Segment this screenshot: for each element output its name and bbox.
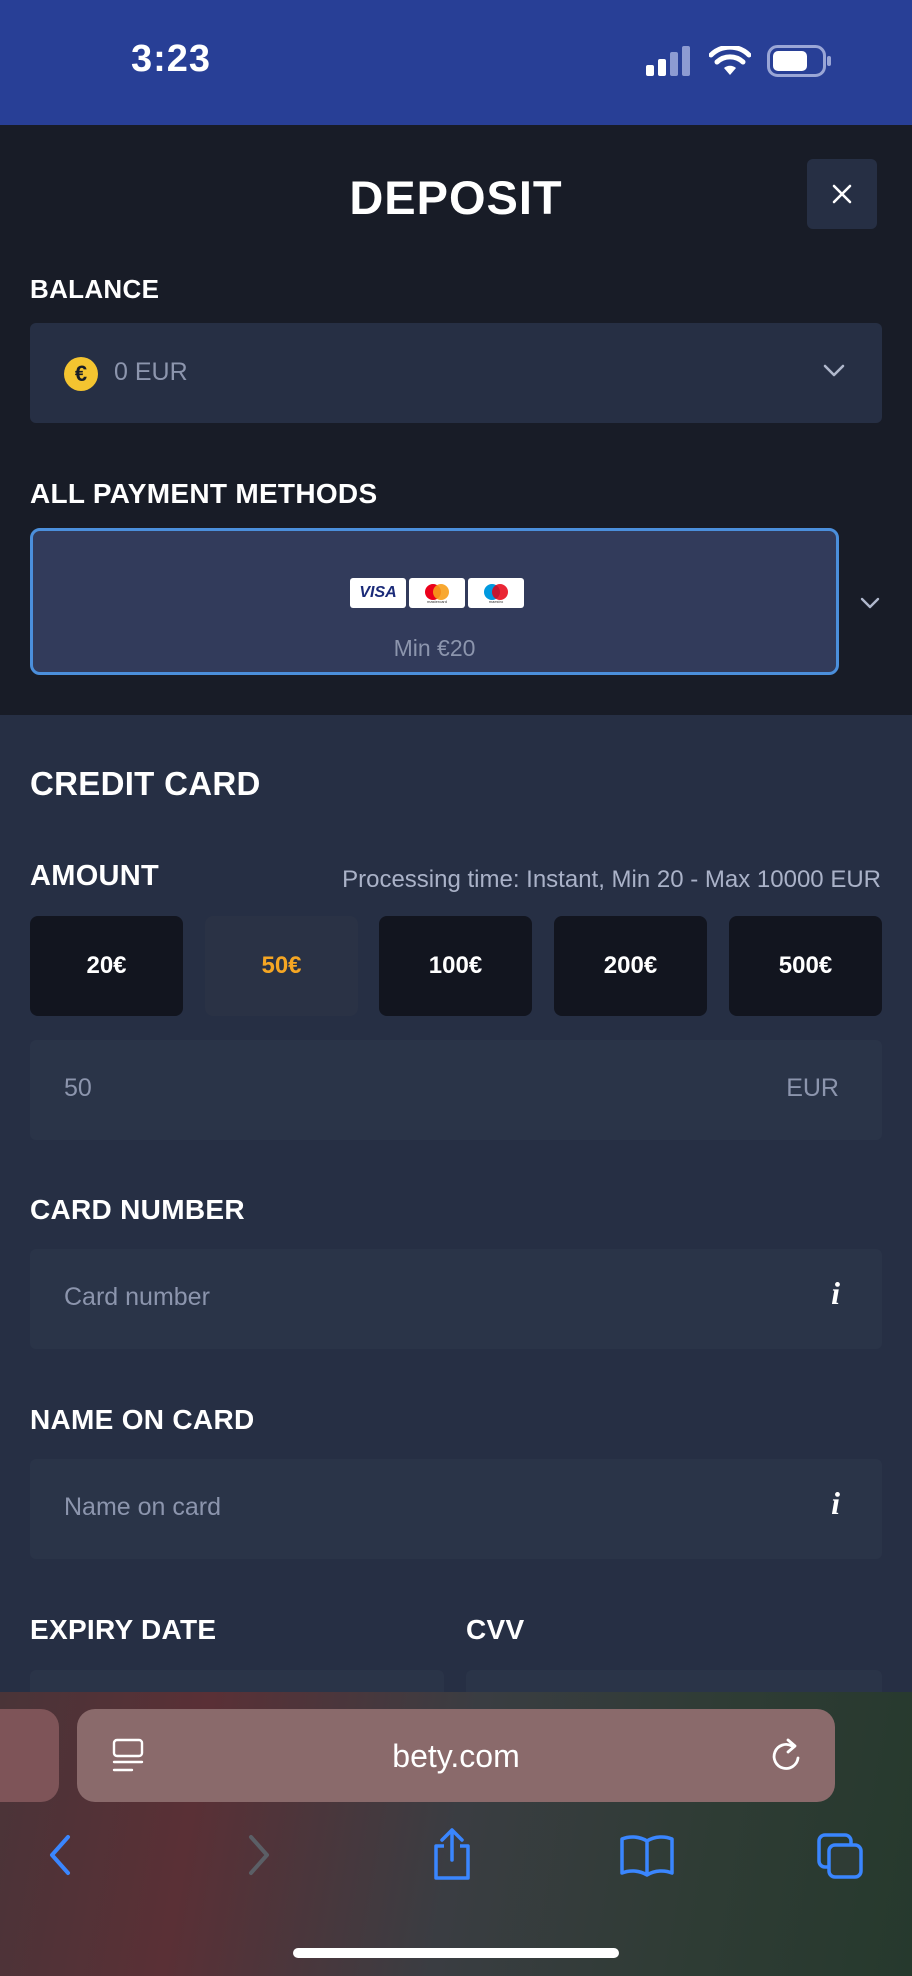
chevron-down-icon: [823, 364, 845, 377]
name-on-card-placeholder: Name on card: [64, 1493, 222, 1521]
forward-icon[interactable]: [245, 1833, 273, 1877]
name-on-card-label: NAME ON CARD: [30, 1404, 255, 1435]
status-time: 3:23: [131, 38, 212, 80]
status-bar: 3:23: [0, 0, 912, 125]
page-title: DEPOSIT: [349, 171, 563, 224]
share-icon[interactable]: [430, 1826, 474, 1882]
amount-preset-50[interactable]: 50€: [205, 916, 358, 1016]
card-number-input[interactable]: Card number i: [30, 1249, 882, 1349]
svg-text:mastercard: mastercard: [427, 599, 447, 604]
tabs-icon[interactable]: [816, 1832, 864, 1880]
balance-select[interactable]: € 0 EUR: [30, 323, 882, 423]
name-on-card-input[interactable]: Name on card i: [30, 1459, 882, 1559]
balance-value: 0 EUR: [114, 358, 188, 386]
balance-label: BALANCE: [30, 274, 160, 304]
bookmarks-icon[interactable]: [619, 1833, 675, 1877]
reload-icon[interactable]: [768, 1737, 806, 1775]
previous-tab-preview[interactable]: [0, 1709, 59, 1802]
mastercard-logo: mastercard: [409, 578, 465, 608]
card-number-label: CARD NUMBER: [30, 1194, 245, 1225]
amount-preset-100[interactable]: 100€: [379, 916, 532, 1016]
card-number-info-icon[interactable]: i: [831, 1275, 840, 1312]
credit-card-title: CREDIT CARD: [30, 765, 261, 802]
payment-method-credit-card[interactable]: VISA mastercard maestro Min €20: [30, 528, 839, 675]
payment-method-min: Min €20: [393, 635, 476, 661]
amount-preset-500[interactable]: 500€: [729, 916, 882, 1016]
cellular-signal-icon: [646, 46, 690, 76]
payment-methods-chevron-down-icon[interactable]: [860, 596, 880, 610]
amount-preset-20[interactable]: 20€: [30, 916, 183, 1016]
payment-methods-label: ALL PAYMENT METHODS: [30, 478, 378, 509]
amount-preset-200[interactable]: 200€: [554, 916, 707, 1016]
visa-logo: VISA: [350, 578, 406, 608]
url-text: bety.com: [392, 1738, 520, 1774]
close-button[interactable]: [807, 159, 877, 229]
processing-info: Processing time: Instant, Min 20 - Max 1…: [342, 866, 881, 893]
amount-input-value: 50: [64, 1074, 92, 1102]
name-on-card-info-icon[interactable]: i: [831, 1485, 840, 1522]
address-bar[interactable]: bety.com: [77, 1709, 835, 1802]
euro-coin-icon: €: [64, 357, 98, 391]
amount-currency: EUR: [786, 1074, 839, 1102]
back-icon[interactable]: [46, 1833, 74, 1877]
close-icon: [832, 184, 852, 204]
amount-label: AMOUNT: [30, 860, 160, 892]
cvv-label: CVV: [466, 1614, 525, 1645]
maestro-logo: maestro: [468, 578, 524, 608]
home-indicator: [293, 1948, 619, 1958]
wifi-icon: [709, 46, 751, 75]
svg-text:maestro: maestro: [489, 599, 504, 604]
card-number-placeholder: Card number: [64, 1283, 210, 1311]
amount-input[interactable]: 50 EUR: [30, 1040, 882, 1140]
battery-icon: [767, 45, 831, 77]
expiry-date-label: EXPIRY DATE: [30, 1614, 217, 1645]
card-logos: VISA mastercard maestro: [350, 578, 524, 608]
